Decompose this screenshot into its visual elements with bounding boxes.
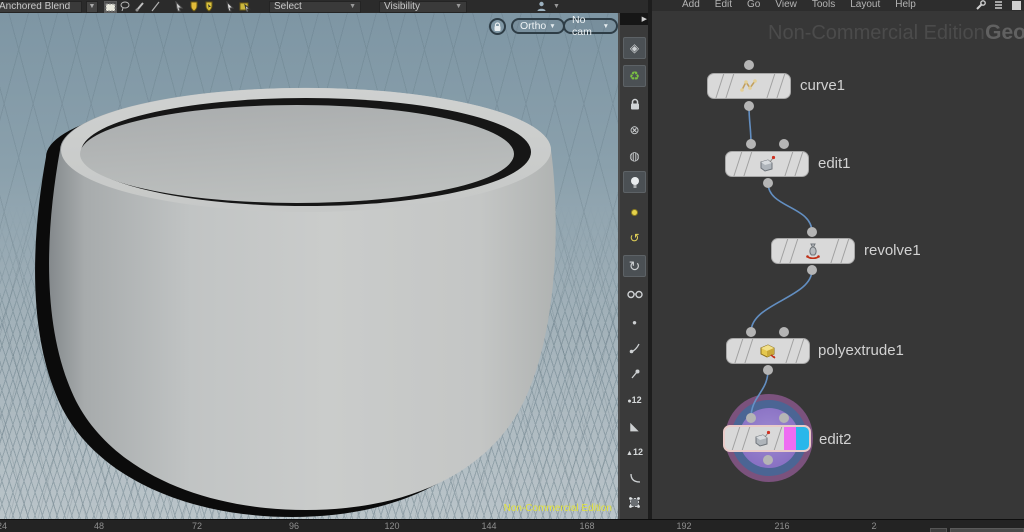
frame-field[interactable] <box>950 528 1024 532</box>
edit-node-icon <box>757 155 777 173</box>
shield-icon[interactable] <box>202 1 215 13</box>
show-selected-icon[interactable]: ♻ <box>623 65 646 87</box>
pin-icon[interactable] <box>623 363 646 385</box>
edit2-output-dot[interactable] <box>763 455 773 465</box>
edit1-output-dot[interactable] <box>763 178 773 188</box>
curve-node-icon <box>740 78 758 94</box>
hull-display-icon[interactable] <box>623 491 646 513</box>
tick-240: 240 <box>871 521 877 531</box>
tick-48: 48 <box>94 521 104 531</box>
houdini-window: Anchored Blend ▼ Select <box>0 0 1024 532</box>
node-edit2[interactable] <box>723 425 811 452</box>
view-layout-icon[interactable]: ◈ <box>623 37 646 59</box>
profile-curve-icon[interactable] <box>623 467 646 489</box>
node-label-polyextrude1[interactable]: polyextrude1 <box>818 342 904 359</box>
user-icon[interactable] <box>535 1 548 13</box>
timeline-ticks: 24 48 72 96 120 144 168 192 216 240 <box>0 520 877 532</box>
cursor-shield-icon[interactable] <box>187 1 200 13</box>
curve1-input-dot[interactable] <box>744 60 754 70</box>
polyextrude1-input2-dot[interactable] <box>779 327 789 337</box>
revolve-node-icon <box>804 242 822 260</box>
visibility-dropdown[interactable]: Visibility ▼ <box>379 1 467 13</box>
template-flag[interactable] <box>784 427 796 452</box>
tick-192: 192 <box>676 521 691 531</box>
lock-icon[interactable] <box>623 93 646 115</box>
select-mode-label: Select <box>274 1 302 12</box>
wire-polyextrude1-edit2 <box>751 370 768 418</box>
point-numbers-icon[interactable]: ●12 <box>623 389 646 411</box>
tick-144: 144 <box>481 521 496 531</box>
prim-display-icon[interactable]: ◣ <box>623 415 646 437</box>
edit-node-icon <box>752 430 772 448</box>
polyextrude-node-icon <box>758 342 778 360</box>
expand-arrow-icon: ▶ <box>642 15 647 23</box>
active-tool-dropdown[interactable]: Anchored Blend <box>0 1 82 13</box>
wire-revolve1-polyextrude1 <box>751 270 812 332</box>
node-curve1[interactable] <box>707 73 791 99</box>
lasso-select-icon[interactable] <box>119 1 132 13</box>
node-label-edit1[interactable]: edit1 <box>818 155 851 172</box>
revolve1-output-dot[interactable] <box>807 265 817 275</box>
tick-168: 168 <box>579 521 594 531</box>
camera-select-button[interactable]: No cam▼ <box>563 18 618 34</box>
select-mode-dropdown[interactable]: Select ▼ <box>269 1 361 13</box>
strip-expand-button[interactable]: ▶ <box>620 13 648 25</box>
tick-24: 24 <box>0 521 7 531</box>
point-marker-icon[interactable] <box>623 337 646 359</box>
active-tool-label: Anchored Blend <box>0 1 70 12</box>
snap-point-icon[interactable] <box>623 201 646 223</box>
reference-plane-icon[interactable]: ↻ <box>623 255 646 277</box>
edit2-input1-dot[interactable] <box>746 413 756 423</box>
tick-216: 216 <box>774 521 789 531</box>
prim-numbers-icon[interactable]: ▲12 <box>623 441 646 463</box>
edit1-input1-dot[interactable] <box>746 139 756 149</box>
brush-select-icon[interactable] <box>134 1 147 13</box>
display-options-toolbar: ▶ ◈ ♻ ⊗ ◍ ↺ ↻ ● ●12 ◣ ▲12 <box>618 13 648 519</box>
points-display-icon[interactable]: ● <box>623 311 646 333</box>
tick-96: 96 <box>289 521 299 531</box>
viewport-watermark: Non-Commercial Edition <box>504 503 612 514</box>
camera-label: No cam <box>572 14 600 38</box>
node-label-edit2[interactable]: edit2 <box>819 431 852 448</box>
playbar-timeline[interactable]: 24 48 72 96 120 144 168 192 216 240 <box>0 519 1024 532</box>
hide-pin-icon[interactable]: ⊗ <box>623 119 646 141</box>
cursor-plain-icon[interactable] <box>223 1 236 13</box>
network-editor[interactable]: Add Edit Go View Tools Layout Help Non-C… <box>652 0 1024 519</box>
box-select-icon[interactable] <box>238 1 251 13</box>
scene-viewport[interactable]: Ortho▼ No cam▼ Non-Commercial Edition <box>0 13 618 519</box>
tick-120: 120 <box>384 521 399 531</box>
tool-dropdown-arrow[interactable]: ▼ <box>86 1 98 13</box>
line-select-icon[interactable] <box>149 1 162 13</box>
viewport-toolbar: Anchored Blend ▼ Select <box>0 0 648 13</box>
view-mask-icon[interactable]: ◍ <box>623 145 646 167</box>
display-flag[interactable] <box>796 427 809 452</box>
node-label-revolve1[interactable]: revolve1 <box>864 242 921 259</box>
marquee-select-icon[interactable] <box>104 1 117 13</box>
bowl-interior <box>80 105 514 203</box>
visibility-label: Visibility <box>384 1 420 12</box>
ortho-view-button[interactable]: Ortho▼ <box>511 18 565 34</box>
node-revolve1[interactable] <box>771 238 855 264</box>
edit2-input2-dot[interactable] <box>779 413 789 423</box>
node-label-curve1[interactable]: curve1 <box>800 77 845 94</box>
ortho-label: Ortho <box>520 20 546 32</box>
wire-edit1-revolve1 <box>768 183 812 232</box>
polyextrude1-output-dot[interactable] <box>763 365 773 375</box>
orbit-pivot-icon[interactable]: ↺ <box>623 227 646 249</box>
playbar-button[interactable] <box>930 528 947 532</box>
cursor-icon[interactable] <box>172 1 185 13</box>
revolve1-input-dot[interactable] <box>807 227 817 237</box>
headlight-icon[interactable] <box>623 171 646 193</box>
tick-72: 72 <box>192 521 202 531</box>
polyextrude1-input1-dot[interactable] <box>746 327 756 337</box>
toolbar-overflow-caret-icon[interactable]: ▼ <box>550 1 563 13</box>
lock-icon[interactable] <box>489 18 506 35</box>
curve1-output-dot[interactable] <box>744 101 754 111</box>
edit1-input2-dot[interactable] <box>779 139 789 149</box>
glasses-icon[interactable] <box>623 283 646 305</box>
node-edit1[interactable] <box>725 151 809 177</box>
node-polyextrude1[interactable] <box>726 338 810 364</box>
bowl-geometry <box>0 13 618 519</box>
